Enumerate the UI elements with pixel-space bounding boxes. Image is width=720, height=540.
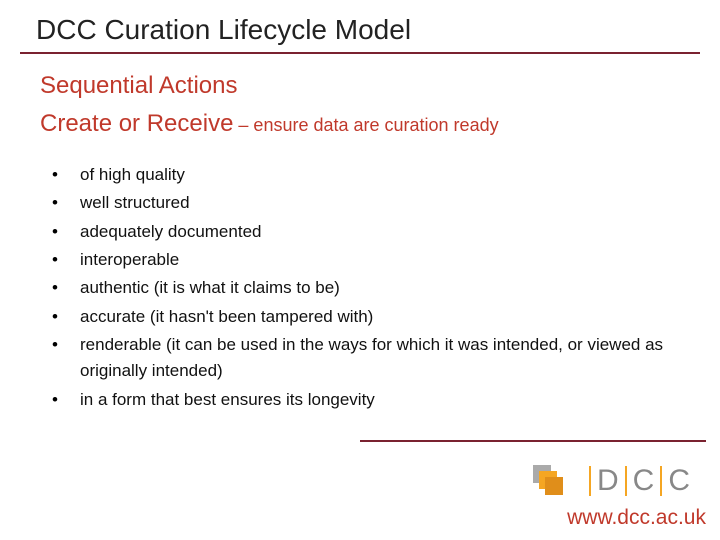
bullet-list: of high quality well structured adequate… [40, 162, 680, 413]
logo-letter: D [597, 464, 619, 498]
list-item: well structured [46, 190, 680, 216]
subsection-tail: – ensure data are curation ready [233, 115, 498, 135]
list-item: accurate (it hasn't been tampered with) [46, 304, 680, 330]
subsection-line: Create or Receive – ensure data are cura… [40, 110, 680, 138]
logo-squares-icon [533, 465, 569, 497]
list-item: authentic (it is what it claims to be) [46, 275, 680, 301]
subsection-lead: Create or Receive [40, 110, 233, 137]
logo-letter: C [633, 464, 655, 498]
logo-text: D C C [583, 464, 690, 498]
list-item: renderable (it can be used in the ways f… [46, 332, 680, 385]
list-item: in a form that best ensures its longevit… [46, 387, 680, 413]
list-item: of high quality [46, 162, 680, 188]
list-item: interoperable [46, 247, 680, 273]
content-area: Sequential Actions Create or Receive – e… [0, 54, 720, 413]
footer-url: www.dcc.ac.uk [567, 506, 706, 530]
footer-divider [360, 440, 706, 442]
list-item: adequately documented [46, 219, 680, 245]
logo-letter: C [668, 464, 690, 498]
dcc-logo: D C C [533, 464, 690, 498]
slide-title: DCC Curation Lifecycle Model [0, 0, 720, 52]
section-heading: Sequential Actions [40, 72, 680, 100]
